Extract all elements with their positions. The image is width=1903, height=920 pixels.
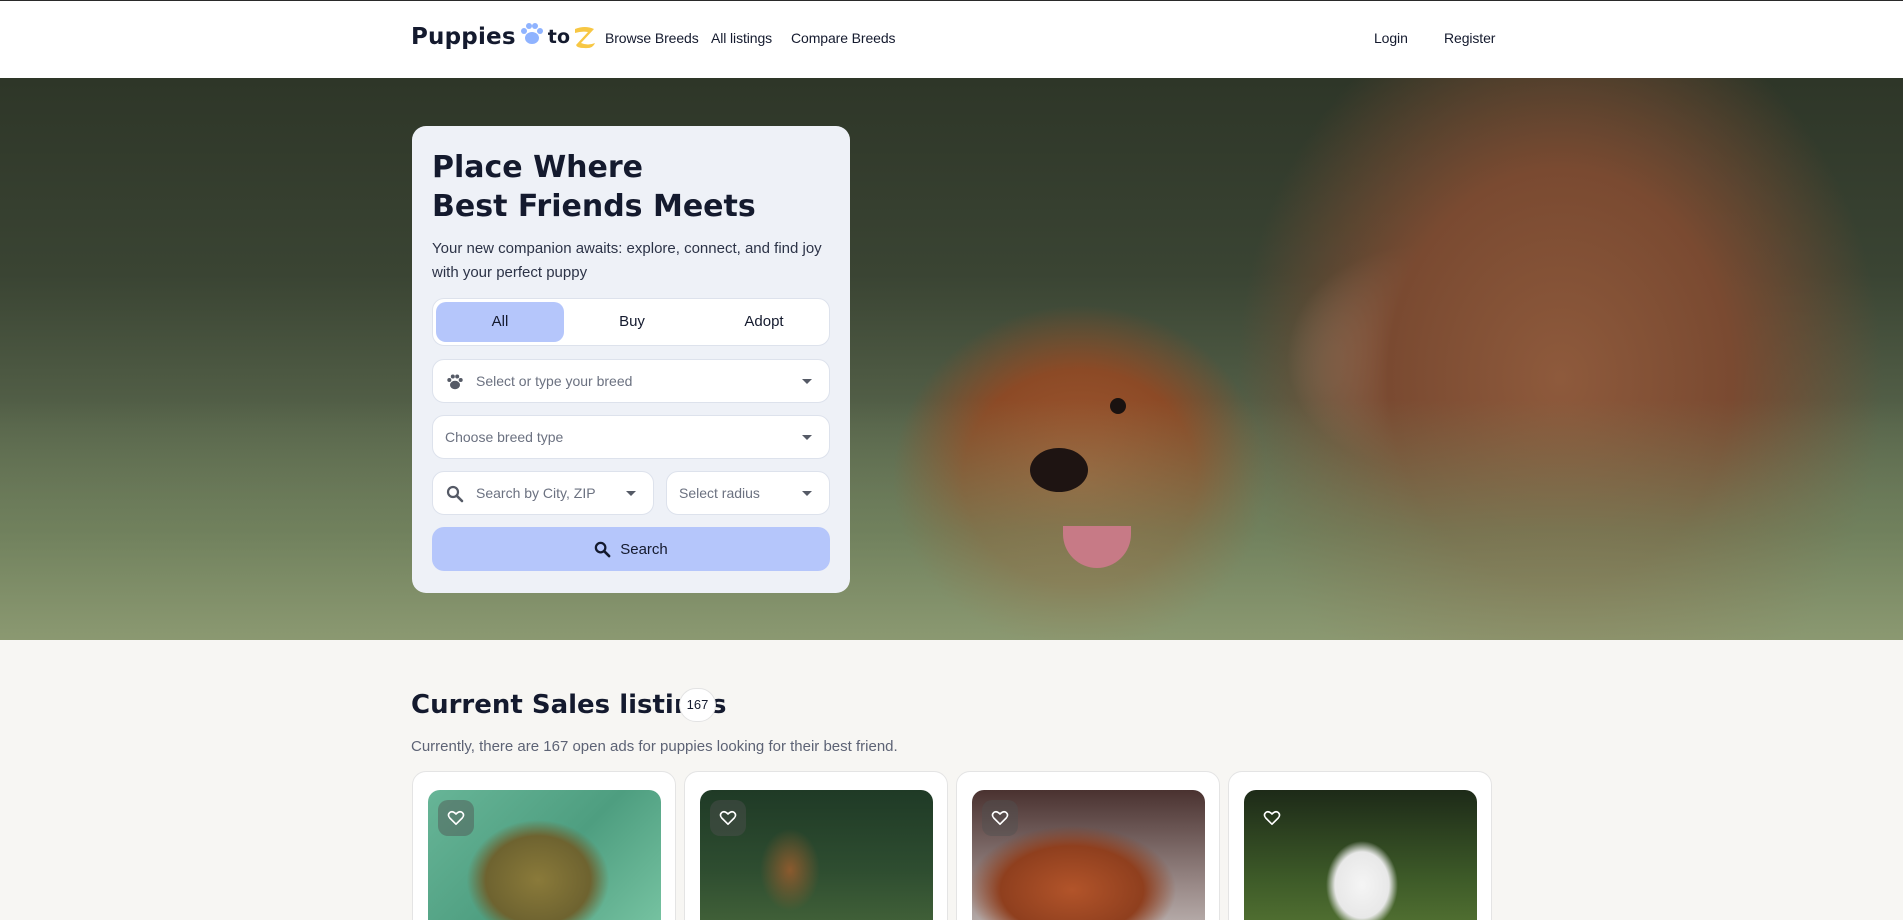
heart-icon (719, 810, 737, 826)
search-button-label: Search (620, 540, 668, 558)
radius-placeholder: Select radius (679, 485, 760, 501)
search-icon (446, 485, 464, 506)
search-card: Place Where Best Friends Meets Your new … (412, 126, 850, 593)
chevron-down-icon (802, 379, 812, 384)
logo-text-puppies: Puppies (411, 24, 516, 50)
breed-select[interactable]: Select or type your breed (432, 359, 830, 403)
hero-dog-nose (1030, 448, 1088, 492)
listings-count-badge: 167 (679, 688, 716, 722)
paw-icon (446, 373, 464, 394)
listings-subtitle: Currently, there are 167 open ads for pu… (411, 738, 898, 755)
breed-select-placeholder: Select or type your breed (476, 373, 633, 389)
logo-text-to: to (547, 26, 571, 48)
tab-buy[interactable]: Buy (568, 302, 696, 342)
hero-banner (0, 78, 1903, 640)
city-zip-select[interactable]: Search by City, ZIP (432, 471, 654, 515)
nav-compare-breeds[interactable]: Compare Breeds (791, 30, 896, 46)
search-button[interactable]: Search (432, 527, 830, 571)
listing-card[interactable] (956, 771, 1220, 920)
tab-adopt[interactable]: Adopt (700, 302, 828, 342)
heart-icon (447, 810, 465, 826)
nav-all-listings[interactable]: All listings (711, 30, 772, 46)
listing-photo (428, 790, 661, 920)
search-icon (594, 541, 611, 557)
chevron-down-icon (626, 491, 636, 496)
hero-dog-eye (1110, 398, 1126, 414)
listing-card[interactable] (684, 771, 948, 920)
city-zip-placeholder: Search by City, ZIP (476, 485, 596, 501)
top-navbar: Puppies to Browse Breeds All listings Co… (0, 0, 1903, 78)
listing-photo (972, 790, 1205, 920)
listing-card[interactable] (1228, 771, 1492, 920)
tab-all[interactable]: All (436, 302, 564, 342)
logo-z-icon (572, 24, 598, 50)
favorite-button[interactable] (1254, 800, 1290, 836)
site-logo[interactable]: Puppies to (411, 21, 598, 53)
hero-title: Place Where Best Friends Meets (432, 148, 832, 226)
nav-browse-breeds[interactable]: Browse Breeds (605, 30, 699, 46)
register-link[interactable]: Register (1444, 30, 1495, 46)
chevron-down-icon (802, 435, 812, 440)
heart-icon (1263, 810, 1281, 826)
logo-paw-icon (519, 21, 545, 53)
listing-photo (1244, 790, 1477, 920)
chevron-down-icon (802, 491, 812, 496)
listing-card[interactable] (412, 771, 676, 920)
listing-photo (700, 790, 933, 920)
hero-subtitle: Your new companion awaits: explore, conn… (432, 240, 822, 281)
breed-type-placeholder: Choose breed type (445, 429, 564, 445)
hero-title-line2: Best Friends Meets (432, 189, 756, 224)
favorite-button[interactable] (438, 800, 474, 836)
radius-select[interactable]: Select radius (666, 471, 830, 515)
login-link[interactable]: Login (1374, 30, 1408, 46)
heart-icon (991, 810, 1009, 826)
listing-type-tabs: All Buy Adopt (432, 298, 830, 346)
favorite-button[interactable] (982, 800, 1018, 836)
breed-type-select[interactable]: Choose breed type (432, 415, 830, 459)
hero-title-line1: Place Where (432, 150, 644, 185)
favorite-button[interactable] (710, 800, 746, 836)
hero-background-grass (0, 400, 1903, 640)
